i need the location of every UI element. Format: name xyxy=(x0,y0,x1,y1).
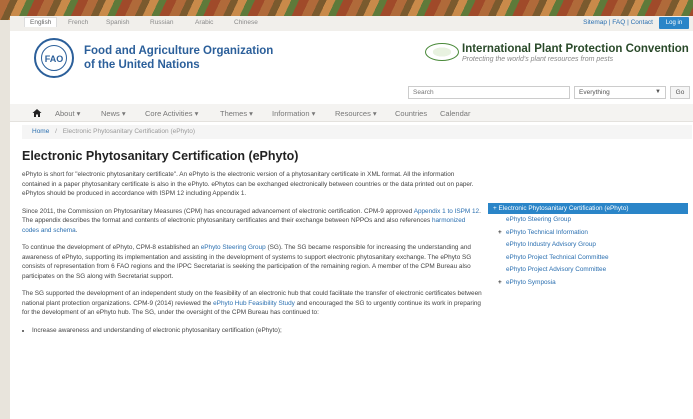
language-bar: English French Spanish Russian Arabic Ch… xyxy=(10,16,693,31)
breadcrumb-current: Electronic Phytosanitary Certification (… xyxy=(62,128,196,135)
ippc-globe-icon[interactable] xyxy=(425,43,459,61)
paragraph-text: To continue the development of ePhyto, C… xyxy=(22,244,201,251)
nav-calendar[interactable]: Calendar xyxy=(440,109,470,118)
side-item-symposia[interactable]: + ePhyto Symposia xyxy=(488,277,688,290)
plus-icon: + xyxy=(498,278,502,286)
paragraph-text: Since 2011, the Commission on Phytosanit… xyxy=(22,207,414,215)
appendix-link[interactable]: Appendix 1 to ISPM 12 xyxy=(414,208,479,215)
side-item-active[interactable]: + Electronic Phytosanitary Certification… xyxy=(488,203,688,214)
ippc-tagline: Protecting the world's plant resources f… xyxy=(462,56,614,63)
fao-logo-text: FAO xyxy=(41,45,67,71)
login-button[interactable]: Log in xyxy=(659,17,689,29)
side-item-technical-committee[interactable]: ePhyto Project Technical Committee xyxy=(488,252,688,265)
lang-french[interactable]: French xyxy=(68,19,88,26)
side-item-label: ePhyto Symposia xyxy=(506,278,556,286)
search-scope-select[interactable]: Everything ▼ xyxy=(574,86,666,99)
lang-arabic[interactable]: Arabic xyxy=(195,19,213,26)
list-item: Increase awareness and understanding of … xyxy=(32,326,482,336)
side-item-label: ePhyto Industry Advisory Group xyxy=(506,241,596,248)
side-item-label: ePhyto Steering Group xyxy=(506,216,572,223)
top-links[interactable]: Sitemap | FAQ | Contact xyxy=(583,19,653,26)
breadcrumb-home[interactable]: Home xyxy=(32,128,49,135)
page: English French Spanish Russian Arabic Ch… xyxy=(10,16,693,419)
lang-russian[interactable]: Russian xyxy=(150,19,173,26)
fao-name[interactable]: Food and Agriculture Organization of the… xyxy=(84,44,273,72)
home-icon[interactable] xyxy=(32,108,42,118)
lang-english[interactable]: English xyxy=(24,17,58,27)
main-nav: About ▾ News ▾ Core Activities ▾ Themes … xyxy=(10,104,693,122)
lang-spanish[interactable]: Spanish xyxy=(106,19,130,26)
page-title: Electronic Phytosanitary Certification (… xyxy=(22,149,299,163)
task-list: Increase awareness and understanding of … xyxy=(32,326,482,336)
nav-news[interactable]: News ▾ xyxy=(101,109,126,118)
plus-icon: + xyxy=(498,228,502,236)
go-button[interactable]: Go xyxy=(670,86,690,99)
fao-name-line1: Food and Agriculture Organization xyxy=(84,45,274,57)
nav-countries[interactable]: Countries xyxy=(395,109,427,118)
search-input[interactable] xyxy=(408,86,570,99)
paragraph-hub: The SG supported the development of an i… xyxy=(22,289,482,318)
ippc-title[interactable]: International Plant Protection Conventio… xyxy=(462,43,689,55)
nav-information[interactable]: Information ▾ xyxy=(272,109,315,118)
breadcrumb: Home / Electronic Phytosanitary Certific… xyxy=(22,125,692,139)
breadcrumb-separator: / xyxy=(55,128,57,135)
lang-chinese[interactable]: Chinese xyxy=(234,19,258,26)
side-item-technical-information[interactable]: + ePhyto Technical Information xyxy=(488,227,688,240)
nav-resources[interactable]: Resources ▾ xyxy=(335,109,377,118)
side-nav: + Electronic Phytosanitary Certification… xyxy=(488,203,688,289)
side-item-steering-group[interactable]: ePhyto Steering Group xyxy=(488,214,688,227)
side-item-label: ePhyto Technical Information xyxy=(506,228,588,236)
search-scope-value: Everything xyxy=(579,89,610,96)
paragraph-cpm: Since 2011, the Commission on Phytosanit… xyxy=(22,207,482,236)
paragraph-intro: ePhyto is short for "electronic phytosan… xyxy=(22,171,474,197)
paragraph-text: . xyxy=(75,226,78,234)
nav-core-activities[interactable]: Core Activities ▾ xyxy=(145,109,198,118)
side-item-advisory-committee[interactable]: ePhyto Project Advisory Committee xyxy=(488,264,688,277)
paragraph-steering-group: To continue the development of ePhyto, C… xyxy=(22,243,482,281)
side-item-label: Electronic Phytosanitary Certification (… xyxy=(498,205,629,212)
side-item-industry-advisory[interactable]: ePhyto Industry Advisory Group xyxy=(488,239,688,252)
search-row: Everything ▼ Go xyxy=(10,86,693,100)
chevron-down-icon: ▼ xyxy=(655,89,661,95)
main-content: ePhyto is short for "electronic phytosan… xyxy=(22,170,482,335)
nav-about[interactable]: About ▾ xyxy=(55,109,80,118)
side-item-label: ePhyto Project Advisory Committee xyxy=(506,266,607,273)
side-item-label: ePhyto Project Technical Committee xyxy=(506,253,609,261)
steering-group-link[interactable]: ePhyto Steering Group xyxy=(201,244,266,251)
fao-name-line2: of the United Nations xyxy=(84,59,200,71)
nav-themes[interactable]: Themes ▾ xyxy=(220,109,253,118)
fao-logo-icon[interactable]: FAO xyxy=(34,38,74,78)
hub-feasibility-link[interactable]: ePhyto Hub Feasibility Study xyxy=(213,300,295,307)
